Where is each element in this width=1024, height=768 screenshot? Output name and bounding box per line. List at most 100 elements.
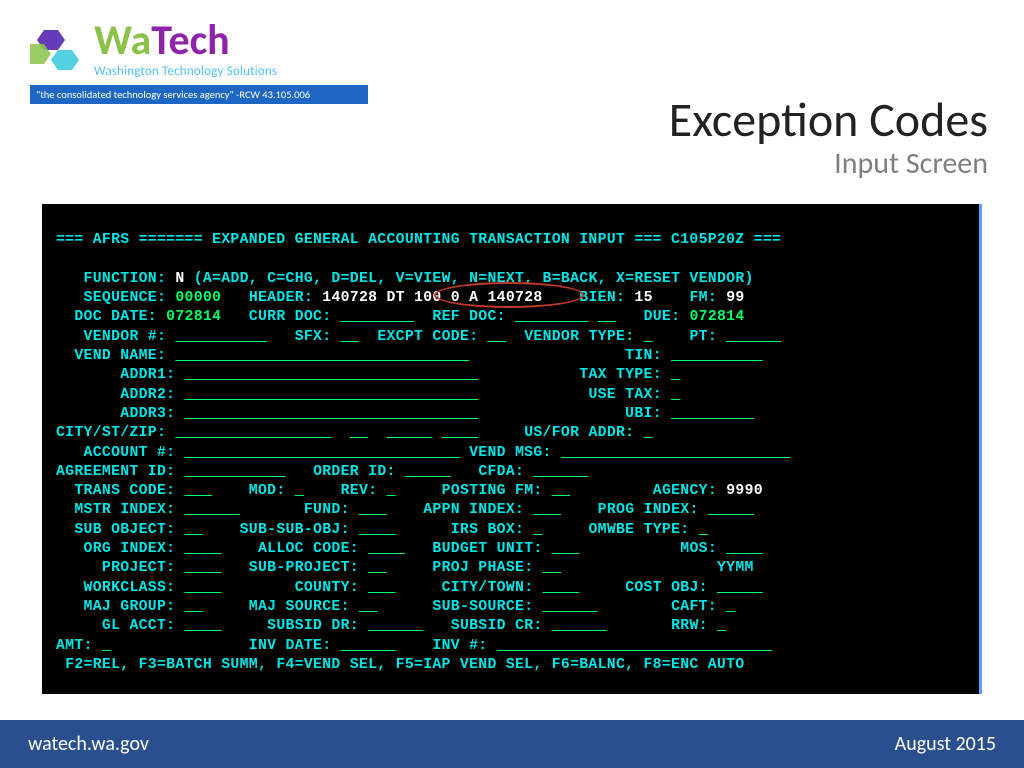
fld-transcode[interactable]	[185, 483, 213, 499]
fld-irsbox[interactable]	[533, 522, 542, 538]
fld-addr2[interactable]	[185, 387, 479, 403]
lbl-subsource: SUB-SOURCE:	[432, 599, 533, 615]
fld-invdate[interactable]	[341, 638, 396, 654]
fld-county[interactable]	[368, 580, 396, 596]
lbl-subsubobj: SUB-SUB-OBJ:	[240, 522, 350, 538]
fld-amt[interactable]	[102, 638, 111, 654]
fld-subsource[interactable]	[543, 599, 598, 615]
fld-progindex[interactable]	[708, 502, 754, 518]
fld-budgetunit[interactable]	[552, 541, 580, 557]
fld-appnindex[interactable]	[533, 502, 561, 518]
lbl-usfor: US/FOR ADDR:	[524, 425, 634, 441]
fld-refdoc2[interactable]	[598, 309, 616, 325]
val-function: N	[175, 271, 184, 287]
fld-orderid[interactable]	[405, 464, 451, 480]
fld-mstrindex[interactable]	[185, 502, 240, 518]
lbl-fund: FUND:	[304, 502, 350, 518]
fld-tin[interactable]	[671, 348, 763, 364]
fld-omwbe[interactable]	[699, 522, 708, 538]
fld-subobject[interactable]	[185, 522, 203, 538]
fld-st[interactable]	[350, 425, 368, 441]
fld-addr3[interactable]	[185, 406, 479, 422]
lbl-vendor: VENDOR #:	[84, 329, 167, 345]
logo-banner: "the consolidated technology services ag…	[30, 85, 368, 104]
lbl-alloccode: ALLOC CODE:	[258, 541, 359, 557]
fld-rev[interactable]	[387, 483, 396, 499]
fld-subproject[interactable]	[368, 560, 386, 576]
fld-orgindex[interactable]	[185, 541, 222, 557]
lbl-mos: MOS:	[680, 541, 717, 557]
fld-invnum[interactable]	[497, 638, 772, 654]
lbl-bien: BIEN:	[579, 290, 625, 306]
lbl-orderid: ORDER ID:	[313, 464, 396, 480]
fld-vendor[interactable]	[175, 329, 267, 345]
terminal-screen: === AFRS ======= EXPANDED GENERAL ACCOUN…	[42, 204, 982, 694]
fld-ubi[interactable]	[671, 406, 754, 422]
fld-costobj[interactable]	[717, 580, 763, 596]
lbl-function: FUNCTION:	[84, 271, 167, 287]
lbl-citystzip: CITY/ST/ZIP:	[56, 425, 166, 441]
fld-addr1[interactable]	[185, 367, 479, 383]
fld-workclass[interactable]	[185, 580, 222, 596]
fld-rrw[interactable]	[717, 618, 726, 634]
fld-glacct[interactable]	[185, 618, 222, 634]
lbl-subsiddr: SUBSID DR:	[267, 618, 359, 634]
fld-vendmsg[interactable]	[561, 445, 791, 461]
lbl-addr1: ADDR1:	[120, 367, 175, 383]
fld-sfx[interactable]	[341, 329, 359, 345]
term-header: === AFRS ======= EXPANDED GENERAL ACCOUN…	[56, 232, 781, 248]
fld-postingfm[interactable]	[552, 483, 570, 499]
val-docdate: 072814	[166, 309, 221, 325]
title-block: Exception Codes Input Screen	[669, 90, 988, 182]
lbl-function-opts: (A=ADD, C=CHG, D=DEL, V=VIEW, N=NEXT, B=…	[194, 271, 754, 287]
lbl-workclass: WORKCLASS:	[84, 580, 176, 596]
fld-pt[interactable]	[726, 329, 781, 345]
lbl-orgindex: ORG INDEX:	[84, 541, 176, 557]
lbl-citytown: CITY/TOWN:	[442, 580, 534, 596]
lbl-subproject: SUB-PROJECT:	[249, 560, 359, 576]
lbl-appnindex: APPN INDEX:	[423, 502, 524, 518]
fld-usetax[interactable]	[671, 387, 680, 403]
fld-mos[interactable]	[726, 541, 763, 557]
lbl-account: ACCOUNT #:	[84, 445, 176, 461]
fld-projphase[interactable]	[543, 560, 561, 576]
fld-subsubobj[interactable]	[359, 522, 396, 538]
fld-vendortype[interactable]	[644, 329, 653, 345]
lbl-project: PROJECT:	[102, 560, 175, 576]
fld-vendname[interactable]	[175, 348, 469, 364]
fld-currdoc[interactable]	[341, 309, 414, 325]
fld-citytown[interactable]	[543, 580, 580, 596]
fld-mod[interactable]	[295, 483, 304, 499]
fld-project[interactable]	[185, 560, 222, 576]
fld-usfor[interactable]	[644, 425, 653, 441]
fld-excpt[interactable]	[488, 329, 506, 345]
fld-refdoc[interactable]	[515, 309, 588, 325]
fld-city[interactable]	[175, 425, 331, 441]
lbl-budgetunit: BUDGET UNIT:	[432, 541, 542, 557]
lbl-vendname: VEND NAME:	[74, 348, 166, 364]
lbl-header: HEADER:	[249, 290, 313, 306]
logo-text: WaTech Washington Technology Solutions	[94, 20, 277, 79]
fld-subsiddr[interactable]	[368, 618, 423, 634]
fld-caft[interactable]	[726, 599, 735, 615]
fld-taxtype[interactable]	[671, 367, 680, 383]
fld-majgroup[interactable]	[185, 599, 203, 615]
fld-zip[interactable]	[386, 425, 432, 441]
fld-fund[interactable]	[359, 502, 387, 518]
fld-zip2[interactable]	[442, 425, 479, 441]
lbl-sequence: SEQUENCE:	[84, 290, 167, 306]
lbl-mod: MOD:	[249, 483, 286, 499]
fld-account[interactable]	[185, 445, 460, 461]
lbl-usetax: USE TAX:	[588, 387, 661, 403]
lbl-vendmsg: VEND MSG:	[469, 445, 552, 461]
lbl-irsbox: IRS BOX:	[451, 522, 524, 538]
logo-tech: Tech	[151, 15, 229, 66]
fld-agreement[interactable]	[185, 464, 286, 480]
fld-alloccode[interactable]	[368, 541, 405, 557]
fld-majsource[interactable]	[359, 599, 377, 615]
fld-cfda[interactable]	[533, 464, 588, 480]
footer-right: August 2015	[895, 732, 996, 756]
lbl-currdoc: CURR DOC:	[249, 309, 332, 325]
lbl-costobj: COST OBJ:	[625, 580, 708, 596]
fld-subsidcr[interactable]	[552, 618, 607, 634]
